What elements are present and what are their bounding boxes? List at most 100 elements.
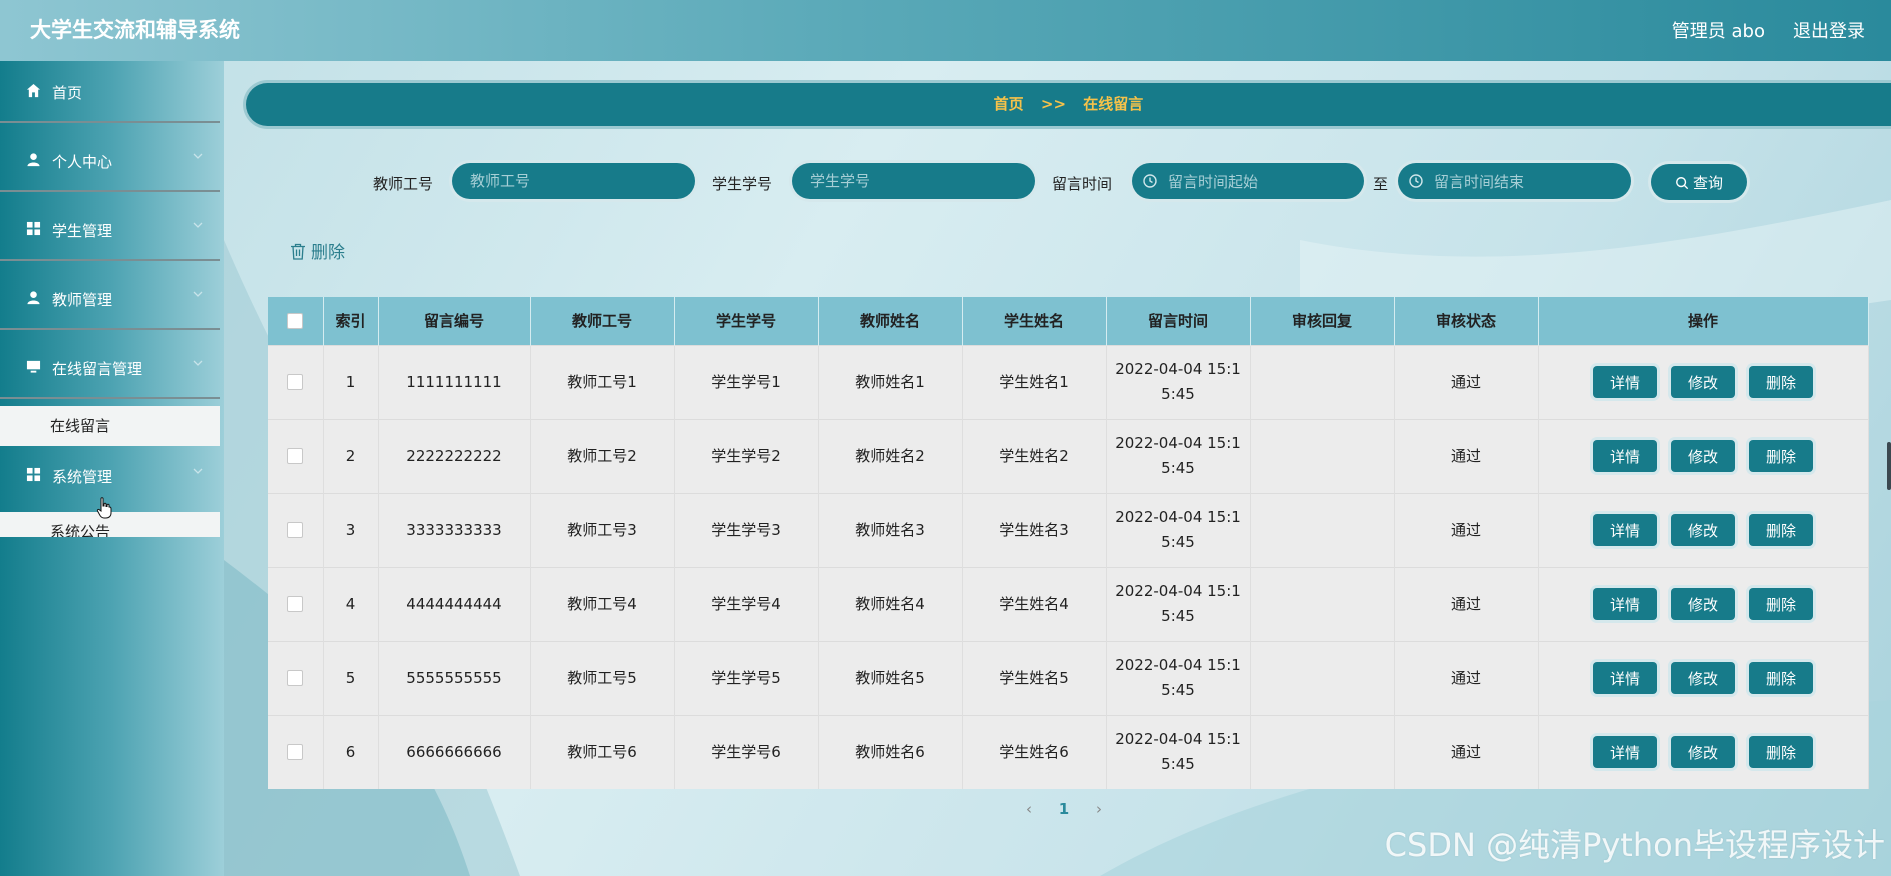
chevron-down-icon — [193, 153, 203, 159]
cell-review-status: 通过 — [1394, 567, 1539, 641]
message-time-date: 2022-04-04 15:1 — [1115, 730, 1241, 749]
column-header-message-id: 留言编号 — [378, 297, 531, 345]
student-id-input[interactable] — [792, 163, 1035, 199]
edit-button[interactable]: 修改 — [1671, 440, 1735, 472]
cell-message-id: 1111111111 — [378, 345, 531, 419]
teacher-id-label: 教师工号 — [373, 175, 434, 193]
edit-button[interactable]: 修改 — [1671, 514, 1735, 546]
cell-review-reply — [1250, 715, 1395, 789]
cell-student-name: 学生姓名2 — [962, 419, 1107, 493]
sidebar-item-label: 首页 — [52, 84, 83, 102]
time-start-input[interactable] — [1166, 163, 1360, 201]
row-checkbox[interactable] — [287, 448, 304, 464]
query-button-label: 查询 — [1692, 173, 1723, 192]
top-bar: 大学生交流和辅导系统 管理员 abo 退出登录 — [0, 0, 1891, 61]
edit-button[interactable]: 修改 — [1671, 588, 1735, 620]
cell-message-id: 5555555555 — [378, 641, 531, 715]
cell-message-time: 2022-04-04 15:1 5:45 — [1106, 345, 1251, 419]
table-row: 4 4444444444 教师工号4 学生学号4 教师姓名4 学生姓名4 2022-04-0… — [268, 567, 1869, 641]
column-header-student-id: 学生学号 — [674, 297, 819, 345]
page-scrollbar-thumb[interactable] — [1887, 442, 1891, 490]
chevron-down-icon — [193, 222, 203, 228]
cell-message-time: 2022-04-04 15:1 5:45 — [1106, 493, 1251, 567]
delete-button[interactable]: 删除 — [1749, 588, 1813, 620]
cell-student-name: 学生姓名4 — [962, 567, 1107, 641]
cell-student-id: 学生学号3 — [674, 493, 819, 567]
time-end-picker[interactable] — [1398, 163, 1631, 201]
breadcrumb: 首页 >> 在线留言 — [246, 83, 1891, 126]
detail-button[interactable]: 详情 — [1593, 736, 1657, 769]
page-number-1[interactable]: 1 — [1059, 800, 1069, 818]
edit-button[interactable]: 修改 — [1671, 662, 1735, 694]
cell-index: 3 — [323, 493, 379, 567]
clock-icon — [1143, 174, 1157, 188]
cell-review-status: 通过 — [1394, 493, 1539, 567]
row-checkbox[interactable] — [287, 374, 304, 390]
breadcrumb-separator: >> — [1040, 95, 1067, 113]
message-time-label: 留言时间 — [1052, 175, 1113, 193]
time-range-to-label: 至 — [1373, 175, 1389, 193]
column-header-review-reply: 审核回复 — [1250, 297, 1395, 345]
message-time-rest: 5:45 — [1161, 385, 1195, 403]
row-select-cell — [268, 419, 324, 493]
table-header-row: 索引 留言编号 教师工号 学生学号 教师姓名 学生姓名 留言时间 审核回复 审核… — [268, 297, 1869, 345]
delete-button[interactable]: 删除 — [1749, 440, 1813, 472]
message-time-date: 2022-04-04 15:1 — [1115, 656, 1241, 674]
cell-message-time: 2022-04-04 15:1 5:45 — [1106, 419, 1251, 493]
breadcrumb-home[interactable]: 首页 — [994, 95, 1024, 113]
delete-button[interactable]: 删除 — [1749, 366, 1813, 398]
cell-review-reply — [1250, 641, 1395, 715]
message-time-rest: 5:45 — [1161, 755, 1195, 774]
sidebar-item-student-management[interactable]: 学生管理 — [0, 199, 220, 261]
row-checkbox[interactable] — [287, 670, 304, 686]
teacher-id-input[interactable] — [452, 163, 695, 199]
cell-teacher-id: 教师工号4 — [530, 567, 675, 641]
query-button[interactable]: 查询 — [1651, 164, 1747, 200]
table-row: 5 5555555555 教师工号5 学生学号5 教师姓名5 学生姓名5 2022-04-0… — [268, 641, 1869, 715]
cell-index: 6 — [323, 715, 379, 789]
cell-actions: 详情 修改 删除 — [1538, 715, 1869, 789]
detail-button[interactable]: 详情 — [1593, 514, 1657, 546]
row-checkbox[interactable] — [287, 522, 304, 538]
sidebar-item-home[interactable]: 首页 — [0, 61, 220, 123]
cell-message-time: 2022-04-04 15:1 5:45 — [1106, 641, 1251, 715]
column-header-review-status: 审核状态 — [1394, 297, 1539, 345]
time-start-picker[interactable] — [1132, 163, 1364, 201]
cell-review-status: 通过 — [1394, 419, 1539, 493]
cell-actions: 详情 修改 删除 — [1538, 419, 1869, 493]
cell-message-id: 3333333333 — [378, 493, 531, 567]
detail-button[interactable]: 详情 — [1593, 588, 1657, 620]
search-icon — [1676, 176, 1689, 189]
current-user-label: 管理员 abo — [1671, 21, 1765, 42]
detail-button[interactable]: 详情 — [1593, 366, 1657, 398]
edit-button[interactable]: 修改 — [1671, 736, 1735, 769]
cell-teacher-id: 教师工号3 — [530, 493, 675, 567]
detail-button[interactable]: 详情 — [1593, 662, 1657, 694]
app-title: 大学生交流和辅导系统 — [30, 18, 240, 42]
sidebar-item-label: 个人中心 — [52, 153, 113, 171]
sidebar-subitem-online-message[interactable]: 在线留言 — [0, 406, 220, 446]
delete-button[interactable]: 删除 — [1749, 736, 1813, 769]
next-page-button[interactable]: › — [1096, 800, 1102, 818]
cell-review-status: 通过 — [1394, 641, 1539, 715]
table-row: 1 1111111111 教师工号1 学生学号1 教师姓名1 学生姓名1 2022-04-0… — [268, 345, 1869, 419]
cell-index: 1 — [323, 345, 379, 419]
bulk-delete-button[interactable]: 删除 — [290, 238, 345, 263]
select-all-cell — [268, 297, 324, 345]
sidebar-item-online-message-management[interactable]: 在线留言管理 — [0, 337, 220, 399]
row-checkbox[interactable] — [287, 596, 304, 612]
sidebar-item-personal-center[interactable]: 个人中心 — [0, 130, 220, 192]
sidebar-item-teacher-management[interactable]: 教师管理 — [0, 268, 220, 330]
detail-button[interactable]: 详情 — [1593, 440, 1657, 472]
delete-button[interactable]: 删除 — [1749, 514, 1813, 546]
row-select-cell — [268, 567, 324, 641]
cell-teacher-name: 教师姓名2 — [818, 419, 963, 493]
select-all-checkbox[interactable] — [287, 313, 304, 330]
edit-button[interactable]: 修改 — [1671, 366, 1735, 398]
time-end-input[interactable] — [1432, 163, 1626, 201]
delete-button[interactable]: 删除 — [1749, 662, 1813, 694]
logout-link[interactable]: 退出登录 — [1793, 17, 1865, 43]
row-checkbox[interactable] — [287, 744, 304, 761]
cell-message-time: 2022-04-04 15:1 5:45 — [1106, 567, 1251, 641]
prev-page-button[interactable]: ‹ — [1026, 800, 1032, 818]
